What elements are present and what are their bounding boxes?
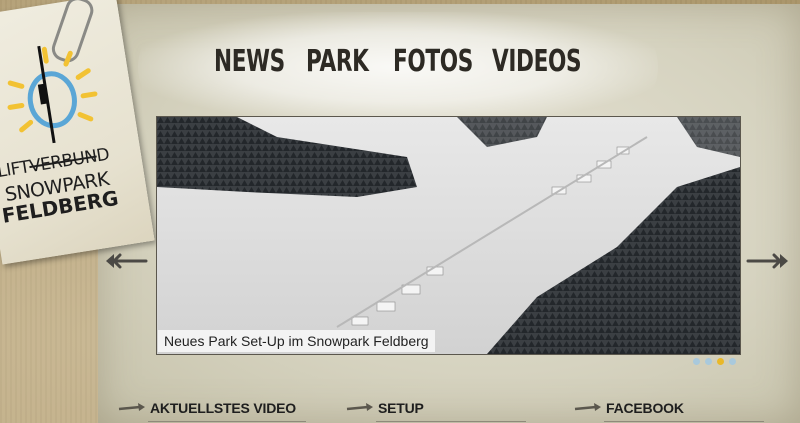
slider-dot-4[interactable] xyxy=(729,358,736,365)
main-nav: NEWS PARK FOTOS VIDEOS xyxy=(214,42,582,82)
section-headers: AKTUELLSTES VIDEO SETUP FACEBOOK xyxy=(118,400,798,423)
snowpark-aerial-image xyxy=(157,117,740,354)
arrow-right-icon xyxy=(118,403,145,411)
section-label-facebook[interactable]: FACEBOOK xyxy=(606,400,684,416)
section-facebook[interactable]: FACEBOOK xyxy=(574,400,764,422)
section-aktuellstes-video[interactable]: AKTUELLSTES VIDEO xyxy=(118,400,306,422)
section-label-video[interactable]: AKTUELLSTES VIDEO xyxy=(150,400,296,416)
divider xyxy=(148,421,306,422)
slider-dot-2[interactable] xyxy=(705,358,712,365)
nav-news[interactable]: NEWS xyxy=(214,42,285,82)
slider-pagination xyxy=(693,358,736,365)
nav-park[interactable]: PARK xyxy=(306,42,369,82)
slider-dot-1[interactable] xyxy=(693,358,700,365)
hero-slider[interactable] xyxy=(156,116,741,355)
section-setup[interactable]: SETUP xyxy=(346,400,526,422)
section-label-setup[interactable]: SETUP xyxy=(378,400,424,416)
arrow-right-icon xyxy=(346,403,373,411)
slider-dot-3[interactable] xyxy=(717,358,724,365)
divider xyxy=(376,421,526,422)
slide-caption[interactable]: Neues Park Set-Up im Snowpark Feldberg xyxy=(158,330,435,352)
divider xyxy=(604,421,764,422)
nav-fotos[interactable]: FOTOS xyxy=(393,42,473,82)
nav-videos[interactable]: VIDEOS xyxy=(492,42,582,82)
arrow-right-icon[interactable] xyxy=(746,252,790,275)
arrow-left-icon[interactable] xyxy=(104,252,148,275)
arrow-right-icon xyxy=(574,403,601,411)
